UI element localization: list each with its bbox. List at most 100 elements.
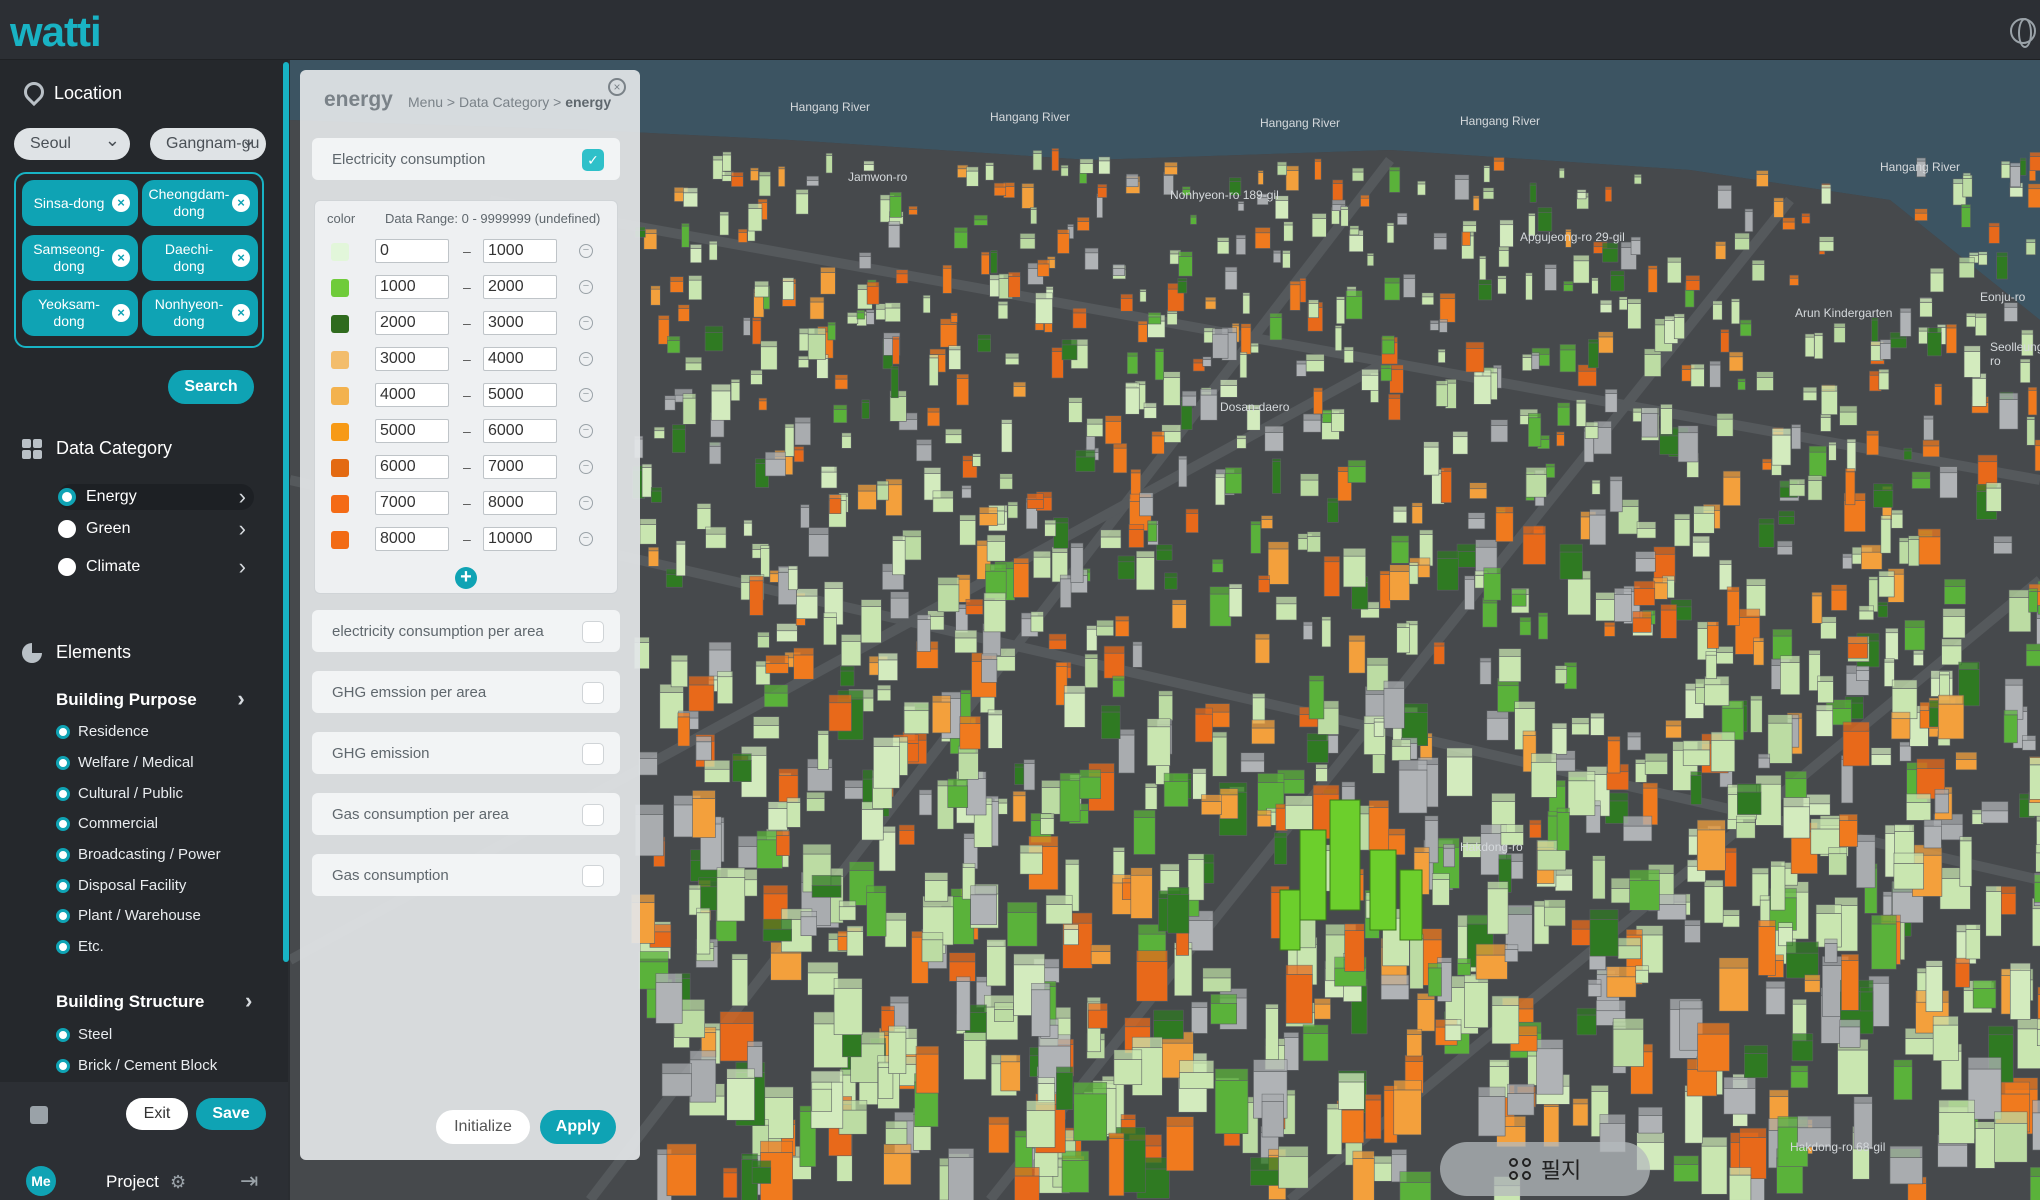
- building[interactable]: [945, 428, 962, 444]
- building[interactable]: [1944, 578, 1966, 605]
- building[interactable]: [767, 801, 788, 831]
- dong-chip[interactable]: Daechi-dong ×: [142, 235, 258, 281]
- building[interactable]: [2000, 160, 2011, 179]
- building[interactable]: [1487, 881, 1509, 935]
- building[interactable]: [1636, 521, 1657, 539]
- building[interactable]: [1313, 387, 1323, 415]
- building[interactable]: [1421, 292, 1434, 306]
- building[interactable]: [2009, 162, 2021, 188]
- building[interactable]: [1821, 184, 1832, 205]
- building[interactable]: [2009, 962, 2031, 1020]
- building[interactable]: [1483, 567, 1501, 601]
- building[interactable]: [921, 932, 944, 963]
- building[interactable]: [1667, 257, 1682, 284]
- building[interactable]: [1112, 264, 1125, 276]
- building[interactable]: [1372, 1155, 1394, 1182]
- building[interactable]: [1885, 627, 1899, 660]
- building[interactable]: [1635, 551, 1656, 573]
- building[interactable]: [1151, 431, 1165, 455]
- building[interactable]: [1135, 550, 1155, 591]
- building[interactable]: [2027, 183, 2040, 208]
- building[interactable]: [1604, 622, 1616, 637]
- building[interactable]: [1731, 298, 1740, 325]
- building[interactable]: [788, 565, 799, 591]
- building[interactable]: [1981, 801, 2009, 824]
- remove-icon[interactable]: ×: [232, 249, 250, 267]
- building[interactable]: [1961, 204, 1971, 228]
- building[interactable]: [1086, 625, 1098, 651]
- building[interactable]: [950, 312, 958, 323]
- building[interactable]: [916, 439, 932, 462]
- building[interactable]: [873, 737, 900, 789]
- building[interactable]: [841, 432, 852, 449]
- building[interactable]: [643, 228, 658, 250]
- building[interactable]: [1126, 352, 1139, 375]
- building[interactable]: [1321, 616, 1332, 648]
- building[interactable]: [1978, 251, 1988, 266]
- building[interactable]: [1507, 1083, 1535, 1116]
- building[interactable]: [1839, 405, 1858, 426]
- building[interactable]: [983, 592, 1006, 633]
- range-min-input[interactable]: [375, 491, 449, 515]
- building[interactable]: [890, 366, 899, 399]
- building[interactable]: [1096, 619, 1114, 637]
- building[interactable]: [838, 900, 857, 921]
- building[interactable]: [1361, 368, 1379, 391]
- building[interactable]: [1392, 506, 1407, 524]
- building[interactable]: [1314, 998, 1331, 1020]
- building[interactable]: [1171, 599, 1187, 629]
- building[interactable]: [1914, 208, 1928, 221]
- building[interactable]: [1302, 413, 1322, 433]
- building[interactable]: [892, 535, 906, 576]
- metric-electricity-consumption[interactable]: Electricity consumption ✓: [312, 138, 620, 180]
- building[interactable]: [1685, 275, 1700, 291]
- building[interactable]: [1482, 187, 1495, 200]
- building[interactable]: [959, 716, 981, 750]
- range-max-input[interactable]: [483, 347, 557, 371]
- building[interactable]: [1130, 867, 1153, 919]
- building[interactable]: [1891, 509, 1904, 529]
- building[interactable]: [1219, 788, 1239, 819]
- building[interactable]: [1719, 559, 1732, 591]
- building[interactable]: [1709, 360, 1721, 388]
- building[interactable]: [965, 598, 984, 615]
- building[interactable]: [866, 281, 880, 305]
- building[interactable]: [1618, 296, 1628, 311]
- building[interactable]: [1079, 769, 1102, 799]
- building[interactable]: [1525, 467, 1547, 498]
- building[interactable]: [961, 485, 972, 499]
- building[interactable]: [2029, 1166, 2040, 1200]
- building[interactable]: [1879, 339, 1892, 360]
- building[interactable]: [1665, 720, 1682, 739]
- building[interactable]: [1365, 1094, 1382, 1140]
- remove-range-icon[interactable]: −: [579, 388, 593, 402]
- building[interactable]: [1965, 924, 1981, 960]
- building[interactable]: [954, 629, 978, 654]
- building[interactable]: [1305, 353, 1325, 372]
- building[interactable]: [1743, 1045, 1768, 1079]
- building[interactable]: [847, 312, 859, 325]
- building[interactable]: [1660, 403, 1673, 435]
- building[interactable]: [1276, 161, 1287, 176]
- building[interactable]: [1923, 819, 1942, 849]
- building[interactable]: [1478, 279, 1492, 301]
- building[interactable]: [1937, 694, 1965, 740]
- color-swatch[interactable]: [331, 387, 349, 405]
- building[interactable]: [947, 778, 969, 808]
- building[interactable]: [1326, 1103, 1343, 1155]
- building[interactable]: [1556, 431, 1565, 447]
- building[interactable]: [677, 712, 691, 747]
- range-min-input[interactable]: [375, 239, 449, 263]
- building[interactable]: [1528, 413, 1542, 447]
- range-min-input[interactable]: [375, 383, 449, 407]
- building[interactable]: [778, 768, 799, 803]
- building[interactable]: [1228, 583, 1243, 618]
- building[interactable]: [1999, 392, 2019, 430]
- building[interactable]: [1531, 352, 1540, 370]
- remove-range-icon[interactable]: −: [579, 424, 593, 438]
- building[interactable]: [1917, 528, 1941, 565]
- remove-icon[interactable]: ×: [232, 304, 250, 322]
- building[interactable]: [838, 1100, 868, 1135]
- building[interactable]: [1443, 844, 1455, 868]
- remove-range-icon[interactable]: −: [579, 316, 593, 330]
